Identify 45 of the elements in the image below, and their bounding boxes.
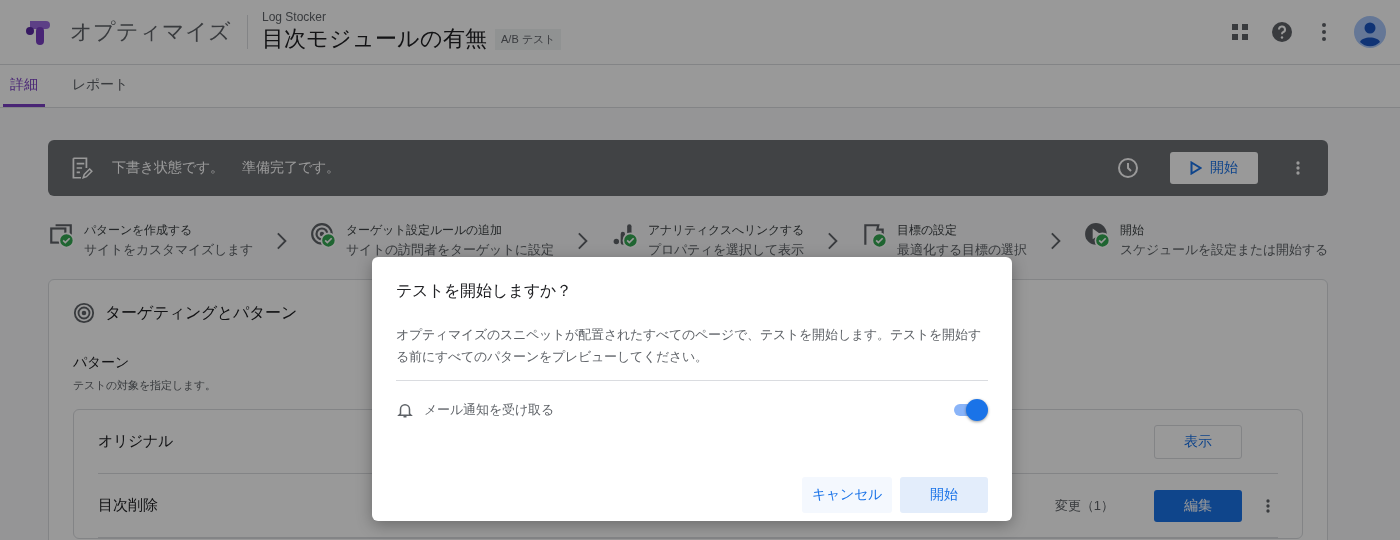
step-subtitle: プロパティを選択して表示 xyxy=(647,241,804,259)
section-title: ターゲティングとパターン xyxy=(105,302,297,323)
pages-step-icon xyxy=(48,222,74,248)
status-message: 準備完了です。 xyxy=(242,159,340,177)
experiment-title: 目次モジュールの有無 xyxy=(262,25,487,53)
variants-heading: パターン xyxy=(73,354,129,372)
email-notification-label: メール通知を受け取る xyxy=(424,401,555,419)
step-title: パターンを作成する xyxy=(84,222,193,239)
cancel-button[interactable]: キャンセル xyxy=(802,477,892,513)
chevron-right-icon xyxy=(275,230,289,251)
analytics-step-icon xyxy=(611,222,638,248)
step-title: 開始 xyxy=(1120,222,1145,239)
step-title: アナリティクスへリンクする xyxy=(647,222,804,239)
status-message: 下書き状態です。 xyxy=(112,159,224,177)
variant-name: 目次削除 xyxy=(98,496,158,515)
tab[interactable]: 詳細 xyxy=(3,65,45,107)
variants-hint: テストの対象を指定します。 xyxy=(73,378,216,393)
variant-name: オリジナル xyxy=(98,432,173,451)
view-button[interactable]: 表示 xyxy=(1154,424,1242,459)
email-notification-toggle[interactable] xyxy=(952,399,988,421)
dialog-message: オプティマイズのスニペットが配置されたすべてのページで、テストを開始します。テストを開始する前にすべてのパターンをプレビューしてください。 xyxy=(396,324,988,381)
start-button[interactable]: 開始 xyxy=(900,477,988,513)
step-title: ターゲット設定ルールの追加 xyxy=(346,222,504,239)
bell-icon xyxy=(396,401,414,419)
app-name: オプティマイズ xyxy=(70,15,248,49)
chevron-right-icon xyxy=(576,230,590,251)
step-subtitle: サイトをカスタマイズします xyxy=(84,241,253,259)
target-step-icon xyxy=(310,222,337,248)
dialog-title: テストを開始しますか？ xyxy=(396,281,573,301)
step-subtitle: スケジュールを設定または開始する xyxy=(1120,241,1328,259)
avatar-icon[interactable] xyxy=(1354,16,1386,48)
tab[interactable]: レポート xyxy=(65,65,135,107)
changes-count[interactable]: 変更（1） xyxy=(1054,496,1114,515)
help-icon[interactable] xyxy=(1270,20,1294,44)
play-step-icon xyxy=(1084,222,1110,248)
step-subtitle: 最適化する目標の選択 xyxy=(896,241,1027,259)
play-icon xyxy=(1190,161,1202,175)
clock-icon[interactable] xyxy=(1116,156,1140,180)
edit-button[interactable]: 編集 xyxy=(1154,489,1242,522)
step-title: 目標の設定 xyxy=(896,222,958,239)
account-name: Log Stocker xyxy=(262,10,328,24)
experiment-type-badge: A/B テスト xyxy=(495,28,561,50)
start-button[interactable]: 開始 xyxy=(1170,152,1258,184)
target-icon xyxy=(73,302,95,324)
step-subtitle: サイトの訪問者をターゲットに設定 xyxy=(346,241,555,259)
